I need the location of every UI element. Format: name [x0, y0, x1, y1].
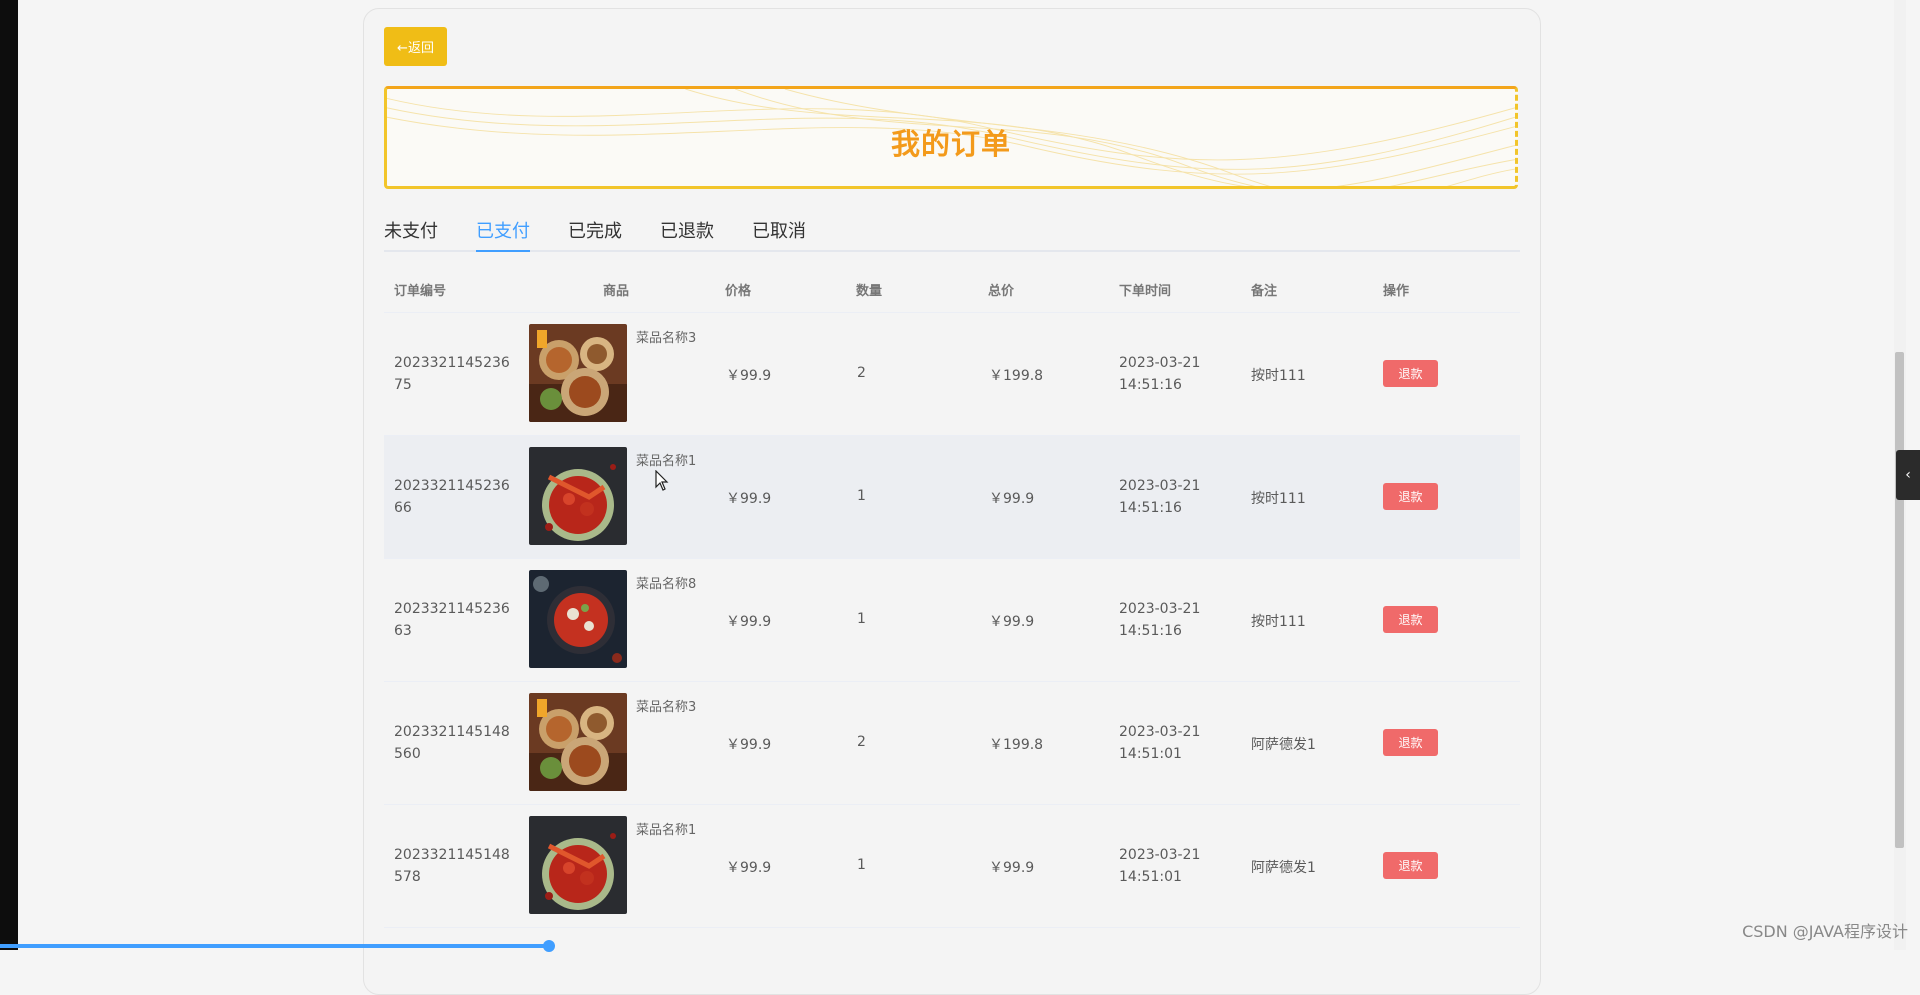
order-id: 2023321145148578: [394, 847, 510, 885]
refund-button[interactable]: 退款: [1383, 852, 1438, 879]
back-button[interactable]: ←返回: [384, 27, 447, 66]
table-row: 202332114523675 菜品名称3 ￥99.9 2 ￥199.8 2023-03-…: [384, 313, 1520, 436]
window-edge: [0, 0, 18, 950]
refund-button[interactable]: 退款: [1383, 729, 1438, 756]
header-action: 操作: [1383, 284, 1410, 299]
tab-unpaid[interactable]: 未支付: [384, 218, 438, 250]
remark: 按时111: [1251, 491, 1306, 507]
dish-name: 菜品名称8: [636, 577, 697, 592]
price: ￥99.9: [726, 368, 772, 384]
header-dish: 商品: [603, 284, 630, 299]
dish-name: 菜品名称1: [636, 454, 697, 469]
hotpot-dish-image: [529, 570, 627, 668]
header-total: 总价: [988, 284, 1015, 299]
food-platter-image: [529, 693, 627, 791]
header-quantity: 数量: [856, 284, 883, 299]
total-price: ￥199.8: [989, 368, 1044, 384]
remark: 阿萨德发1: [1251, 860, 1316, 876]
table-row: 2023321145148578 菜品名称1 ￥99.9 1 ￥99.9 2023-03-…: [384, 805, 1520, 928]
order-id: 2023321145148560: [394, 724, 510, 762]
remark: 按时111: [1251, 614, 1306, 630]
price: ￥99.9: [726, 614, 772, 630]
refund-button[interactable]: 退款: [1383, 360, 1438, 387]
dish-name: 菜品名称3: [636, 700, 697, 715]
progress-handle[interactable]: [543, 940, 555, 952]
order-time: 2023-03-21 14:51:16: [1119, 601, 1201, 639]
table-header: 订单编号 商品 价格 数量 总价 下单时间 备注 操作: [384, 260, 1520, 313]
quantity: 2: [857, 365, 866, 381]
tab-paid[interactable]: 已支付: [476, 218, 530, 252]
quantity: 1: [857, 488, 866, 504]
price: ￥99.9: [726, 737, 772, 753]
remark: 按时111: [1251, 368, 1306, 384]
refund-button[interactable]: 退款: [1383, 483, 1438, 510]
orders-table: 订单编号 商品 价格 数量 总价 下单时间 备注 操作 202332114523…: [384, 260, 1520, 928]
sidebar-toggle-button[interactable]: ‹: [1896, 450, 1920, 500]
mouse-cursor-icon: [655, 470, 669, 491]
total-price: ￥99.9: [989, 860, 1035, 876]
food-platter-image: [529, 324, 627, 422]
order-id: 202332114523663: [394, 601, 510, 639]
remark: 阿萨德发1: [1251, 737, 1316, 753]
header-price: 价格: [725, 284, 752, 299]
order-time: 2023-03-21 14:51:16: [1119, 355, 1201, 393]
header-order-id: 订单编号: [394, 284, 447, 299]
total-price: ￥199.8: [989, 737, 1044, 753]
table-row: 202332114523663 菜品名称8 ￥99.9 1 ￥99.9 2023-03-2…: [384, 559, 1520, 682]
watermark: CSDN @JAVA程序设计: [1742, 922, 1908, 941]
order-id: 202332114523675: [394, 355, 510, 393]
tab-refunded[interactable]: 已退款: [660, 218, 714, 250]
order-time: 2023-03-21 14:51:16: [1119, 478, 1201, 516]
header-remark: 备注: [1251, 284, 1278, 299]
dish-name: 菜品名称3: [636, 331, 697, 346]
header-order-time: 下单时间: [1119, 284, 1172, 299]
total-price: ￥99.9: [989, 491, 1035, 507]
tab-cancelled[interactable]: 已取消: [752, 218, 806, 250]
table-row: 202332114523666 菜品名称1 ￥99.9 1 ￥99.9 2023-03-2…: [384, 436, 1520, 559]
order-time: 2023-03-21 14:51:01: [1119, 847, 1201, 885]
dish-name: 菜品名称1: [636, 823, 697, 838]
quantity: 1: [857, 857, 866, 873]
crayfish-dish-image: [529, 447, 627, 545]
chevron-left-icon: ‹: [1905, 467, 1911, 483]
order-time: 2023-03-21 14:51:01: [1119, 724, 1201, 762]
order-status-tabs: 未支付 已支付 已完成 已退款 已取消: [384, 218, 1520, 252]
quantity: 2: [857, 734, 866, 750]
quantity: 1: [857, 611, 866, 627]
order-id: 202332114523666: [394, 478, 510, 516]
tab-completed[interactable]: 已完成: [568, 218, 622, 250]
table-row: 2023321145148560 菜品名称3 ￥99.9 2 ￥199.8 2023-03…: [384, 682, 1520, 805]
total-price: ￥99.9: [989, 614, 1035, 630]
crayfish-dish-image: [529, 816, 627, 914]
price: ￥99.9: [726, 491, 772, 507]
price: ￥99.9: [726, 860, 772, 876]
video-progress-bar[interactable]: [0, 944, 550, 948]
orders-banner: 我的订单: [384, 86, 1518, 189]
page-title: 我的订单: [890, 127, 1011, 161]
scrollbar-thumb[interactable]: [1895, 352, 1904, 848]
refund-button[interactable]: 退款: [1383, 606, 1438, 633]
